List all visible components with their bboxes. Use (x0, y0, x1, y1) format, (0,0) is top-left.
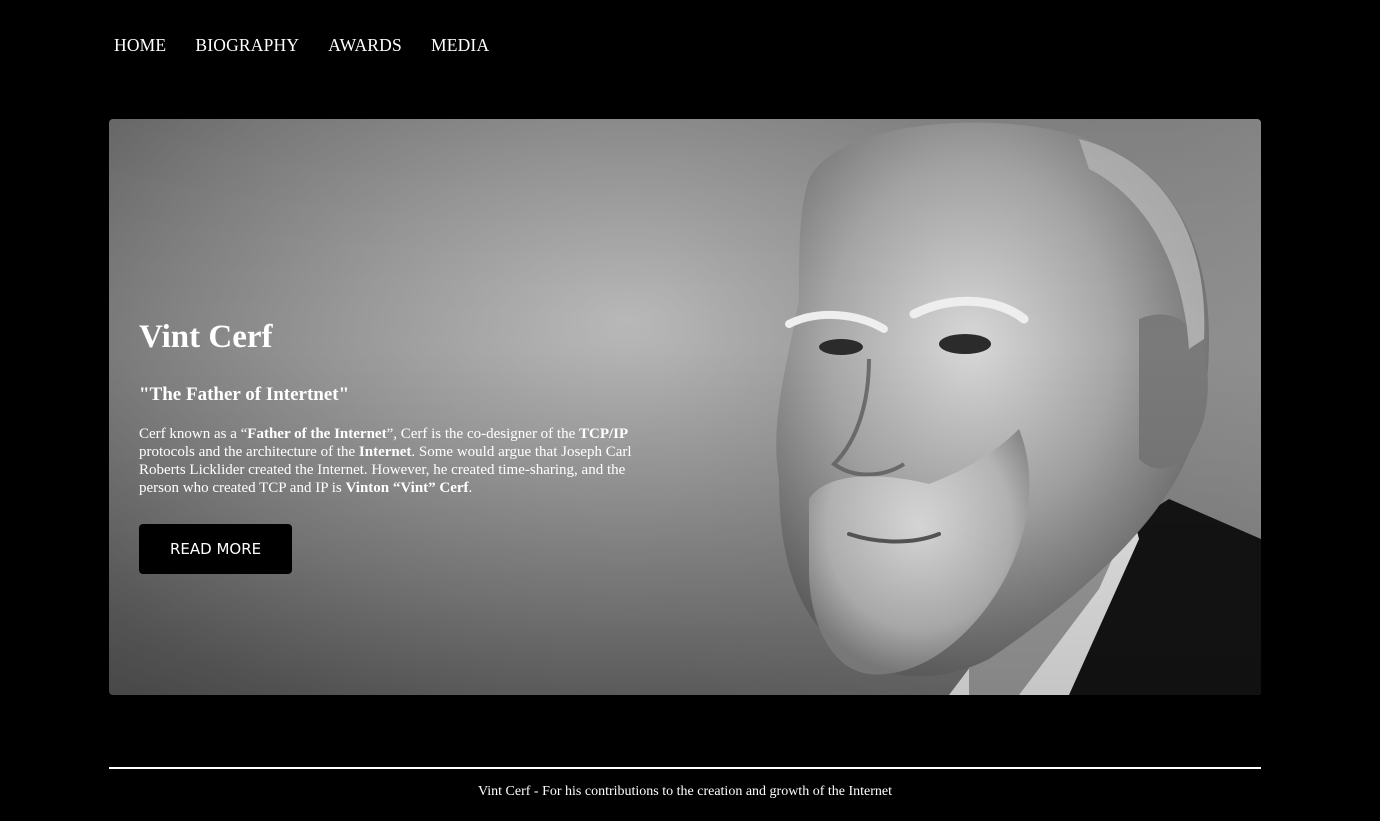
footer-text: Vint Cerf - For his contributions to the… (477, 784, 892, 799)
hero-description: Cerf known as a “Father of the Internet”… (139, 426, 632, 496)
nav-media[interactable]: MEDIA (431, 34, 489, 56)
read-more-button[interactable]: READ MORE (139, 524, 293, 574)
nav-biography[interactable]: BIOGRAPHY (195, 34, 299, 56)
footer-divider (109, 767, 1261, 769)
hero-subtitle: "The Father of Intertnet" (139, 384, 350, 405)
nav-home[interactable]: HOME (114, 34, 166, 56)
nav-awards[interactable]: AWARDS (328, 34, 402, 56)
hero-banner: Vint Cerf "The Father of Intertnet" Cerf… (109, 119, 1261, 695)
main-nav: HOME BIOGRAPHY AWARDS MEDIA (114, 34, 518, 56)
hero-content: Vint Cerf "The Father of Intertnet" Cerf… (139, 317, 659, 574)
hero-title: Vint Cerf (139, 319, 273, 355)
